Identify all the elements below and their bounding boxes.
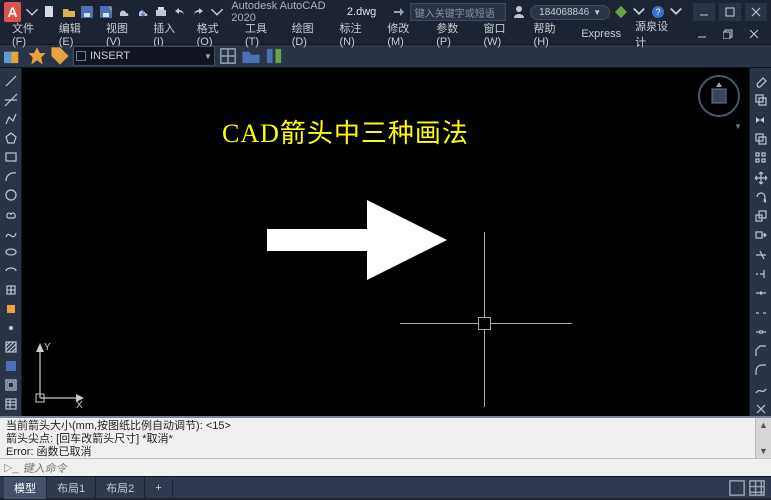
block-swatch (76, 51, 86, 61)
command-history[interactable]: 当前箭头大小(mm,按图纸比例自动调节): <15> 箭头尖点: [回车改箭头尺… (0, 418, 771, 458)
gradient-tool[interactable] (2, 359, 20, 373)
menu-help[interactable]: 帮助(H) (528, 18, 574, 50)
scroll-down-icon[interactable]: ▼ (757, 444, 771, 458)
layout-tabs: 模型 布局1 布局2 + (0, 476, 771, 498)
tab-add[interactable]: + (145, 479, 172, 497)
doc-name: 2.dwg (347, 6, 376, 18)
erase-tool[interactable] (752, 74, 770, 88)
array-tool[interactable] (752, 151, 770, 165)
menu-express[interactable]: Express (575, 26, 627, 42)
make-block-tool[interactable] (2, 302, 20, 316)
tool-palette-icon[interactable] (264, 46, 284, 66)
a360-icon[interactable] (613, 3, 628, 21)
chamfer-tool[interactable] (752, 344, 770, 358)
stretch-tool[interactable] (752, 228, 770, 242)
insert-block-icon[interactable] (4, 46, 24, 66)
menu-yuanquan[interactable]: 源泉设计 (629, 16, 681, 52)
draw-toolbar: A (0, 68, 22, 416)
close-button[interactable] (745, 3, 767, 21)
tab-model[interactable]: 模型 (4, 477, 47, 499)
hatch-tool[interactable] (2, 340, 20, 354)
menubar: 文件(F) 编辑(E) 视图(V) 插入(I) 格式(O) 工具(T) 绘图(D… (0, 24, 771, 44)
combo-dropdown-icon[interactable]: ▼ (204, 52, 212, 61)
trim-tool[interactable] (752, 248, 770, 262)
ellipse-tool[interactable] (2, 245, 20, 259)
menu-draw[interactable]: 绘图(D) (286, 18, 332, 50)
command-line-1: 当前箭头大小(mm,按图纸比例自动调节): <15> (6, 420, 751, 433)
menu-modify[interactable]: 修改(M) (381, 18, 428, 50)
copy-tool[interactable] (752, 93, 770, 107)
minimize-button[interactable] (693, 3, 715, 21)
command-input-row[interactable]: ▷_ 键入命令 (0, 458, 771, 476)
user-id: 184068846 (539, 7, 589, 18)
menu-parametric[interactable]: 参数(P) (430, 18, 475, 50)
ellipse-arc-tool[interactable] (2, 264, 20, 278)
command-prompt: 键入命令 (23, 460, 67, 476)
design-center-icon[interactable] (241, 46, 261, 66)
block-name-input[interactable] (90, 50, 200, 62)
polygon-tool[interactable] (2, 131, 20, 145)
command-window: 当前箭头大小(mm,按图纸比例自动调节): <15> 箭头尖点: [回车改箭头尺… (0, 416, 771, 476)
insert-star-icon[interactable] (27, 46, 47, 66)
tab-layout2[interactable]: 布局2 (96, 477, 145, 499)
arrow-graphic (267, 200, 447, 280)
join-tool[interactable] (752, 325, 770, 339)
arc-tool[interactable] (2, 169, 20, 183)
spline-tool[interactable] (2, 226, 20, 240)
tab-layout1[interactable]: 布局1 (47, 477, 96, 499)
blend-tool[interactable] (752, 383, 770, 397)
doc-minimize-button[interactable] (691, 25, 713, 43)
ucs-x-label: X (76, 400, 83, 408)
line-tool[interactable] (2, 74, 20, 88)
polyline-tool[interactable] (2, 112, 20, 126)
menu-dimension[interactable]: 标注(N) (334, 18, 380, 50)
revision-cloud-tool[interactable] (2, 207, 20, 221)
drawing-canvas[interactable]: CAD箭头中三种画法 Y X ▼ (22, 68, 749, 416)
crosshair-pickbox (478, 317, 491, 330)
offset-tool[interactable] (752, 132, 770, 146)
rotate-tool[interactable] (752, 190, 770, 204)
workarea: A CAD箭头中三种画法 Y X ▼ (0, 68, 771, 416)
command-line-3: Error: 函数已取消 (6, 446, 751, 458)
scroll-up-icon[interactable]: ▲ (757, 418, 771, 432)
table-tool[interactable] (2, 397, 20, 411)
scale-tool[interactable] (752, 209, 770, 223)
status-model-icon[interactable] (727, 478, 747, 498)
ucs-y-label: Y (44, 342, 51, 353)
construction-line-tool[interactable] (2, 93, 20, 107)
navbar-dropdown-icon[interactable]: ▼ (734, 122, 742, 131)
move-tool[interactable] (752, 170, 770, 184)
drawing-text-heading: CAD箭头中三种画法 (222, 113, 469, 150)
circle-tool[interactable] (2, 188, 20, 202)
break-at-point-tool[interactable] (752, 286, 770, 300)
maximize-button[interactable] (719, 3, 741, 21)
fillet-tool[interactable] (752, 363, 770, 377)
break-tool[interactable] (752, 305, 770, 319)
extend-tool[interactable] (752, 267, 770, 281)
doc-restore-button[interactable] (717, 25, 739, 43)
mirror-tool[interactable] (752, 113, 770, 127)
point-tool[interactable] (2, 321, 20, 335)
viewcube[interactable] (697, 74, 741, 118)
attach-xref-icon[interactable] (218, 46, 238, 66)
command-scrollbar[interactable]: ▲ ▼ (755, 418, 771, 458)
menu-window[interactable]: 窗口(W) (478, 18, 526, 50)
navbar[interactable]: ▼ (729, 122, 747, 131)
command-chevron-icon: ▷_ (4, 461, 19, 474)
command-line-2: 箭头尖点: [回车改箭头尺寸] *取消* (6, 433, 751, 446)
ucs-icon: Y X (30, 338, 85, 408)
explode-tool[interactable] (752, 402, 770, 416)
status-grid-icon[interactable] (747, 478, 767, 498)
region-tool[interactable] (2, 378, 20, 392)
doc-close-button[interactable] (743, 25, 765, 43)
modify-toolbar (749, 68, 771, 416)
insert-block-tool[interactable] (2, 283, 20, 297)
block-name-combo[interactable]: ▼ (73, 46, 215, 66)
insert-tag-icon[interactable] (50, 46, 70, 66)
rectangle-tool[interactable] (2, 150, 20, 164)
